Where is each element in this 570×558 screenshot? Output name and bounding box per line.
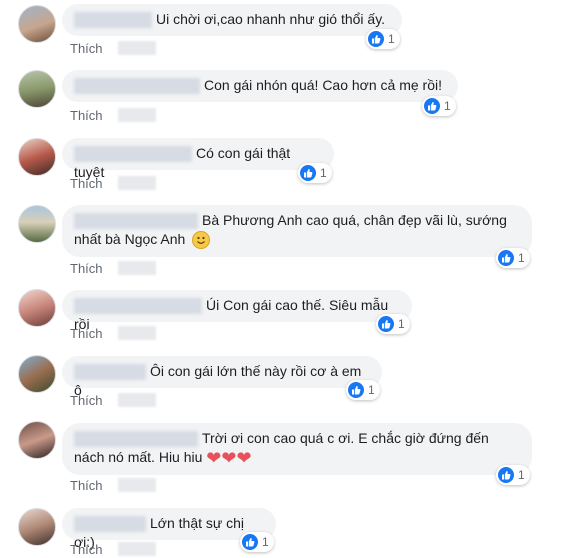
like-count: 1 [262,535,269,549]
avatar[interactable] [18,138,56,176]
redacted-name [74,431,198,448]
comment-bubble: Bà Phương Anh cao quá, chân đẹp vãi lù, … [62,205,532,257]
heart-emoji: ❤❤❤ [206,447,252,468]
reaction-count[interactable]: 1 [422,96,456,116]
comment-bubble: Úi Con gái cao thế. Siêu mẫu rồi [62,290,412,332]
like-button[interactable]: Thích [70,542,103,557]
like-icon [378,316,394,332]
like-button[interactable]: Thích [70,176,103,191]
reaction-count[interactable]: 1 [496,248,530,268]
reaction-count[interactable]: 1 [376,314,410,334]
like-button[interactable]: Thích [70,261,103,276]
redacted-timestamp [118,261,156,275]
reaction-count[interactable]: 1 [496,465,530,485]
comment-text: Con gái nhón quá! Cao hơn cả mẹ rồi! [204,77,442,93]
like-count: 1 [518,468,525,482]
like-count: 1 [444,99,451,113]
avatar[interactable] [18,205,56,243]
like-button[interactable]: Thích [70,326,103,341]
like-icon [498,250,514,266]
comment-bubble: Ôi con gái lớn thế này rồi cơ à em ô [62,356,382,398]
like-icon [300,165,316,181]
like-count: 1 [518,251,525,265]
avatar[interactable] [18,289,56,327]
reaction-count[interactable]: 1 [366,29,400,49]
redacted-timestamp [118,326,156,340]
comment-text-line-1: Trời ơi con cao quá c ơi. E chắc giờ đứn… [202,430,489,446]
redacted-name [74,213,198,230]
redacted-timestamp [118,41,156,55]
comment-bubble: Có con gái thật tuyệt [62,138,334,180]
redacted-timestamp [118,176,156,190]
avatar[interactable] [18,355,56,393]
avatar[interactable] [18,5,56,43]
redacted-name [74,78,200,95]
like-icon [498,467,514,483]
redacted-name [74,298,202,315]
like-button[interactable]: Thích [70,108,103,123]
like-count: 1 [398,317,405,331]
like-icon [368,31,384,47]
redacted-name [74,12,152,29]
like-count: 1 [368,383,375,397]
comment-text-line-2: nách nó mất. Hiu hiu [74,449,203,465]
like-icon [242,534,258,550]
reaction-count[interactable]: 1 [298,163,332,183]
comment-bubble: Ui chời ơi,cao nhanh như gió thổi ấy. [62,4,402,36]
avatar[interactable] [18,421,56,459]
smile-emoji [192,231,211,250]
redacted-timestamp [118,393,156,407]
comment-bubble: Con gái nhón quá! Cao hơn cả mẹ rồi! [62,70,458,102]
redacted-timestamp [118,542,156,556]
redacted-name [74,364,146,381]
like-count: 1 [320,166,327,180]
like-icon [348,382,364,398]
comment-text-line-1: Bà Phương Anh cao quá, chân đẹp vãi lù, … [202,212,507,228]
like-button[interactable]: Thích [70,41,103,56]
comment-bubble: Trời ơi con cao quá c ơi. E chắc giờ đứn… [62,423,532,475]
reaction-count[interactable]: 1 [240,532,274,552]
comment-text: Ui chời ơi,cao nhanh như gió thổi ấy. [156,11,386,27]
like-button[interactable]: Thích [70,478,103,493]
like-button[interactable]: Thích [70,393,103,408]
redacted-timestamp [118,478,156,492]
like-icon [424,98,440,114]
avatar[interactable] [18,508,56,546]
redacted-name [74,516,146,533]
avatar[interactable] [18,70,56,108]
reaction-count[interactable]: 1 [346,380,380,400]
like-count: 1 [388,32,395,46]
redacted-name [74,146,192,163]
redacted-timestamp [118,108,156,122]
comment-text-line-2: nhất bà Ngọc Anh [74,231,186,247]
